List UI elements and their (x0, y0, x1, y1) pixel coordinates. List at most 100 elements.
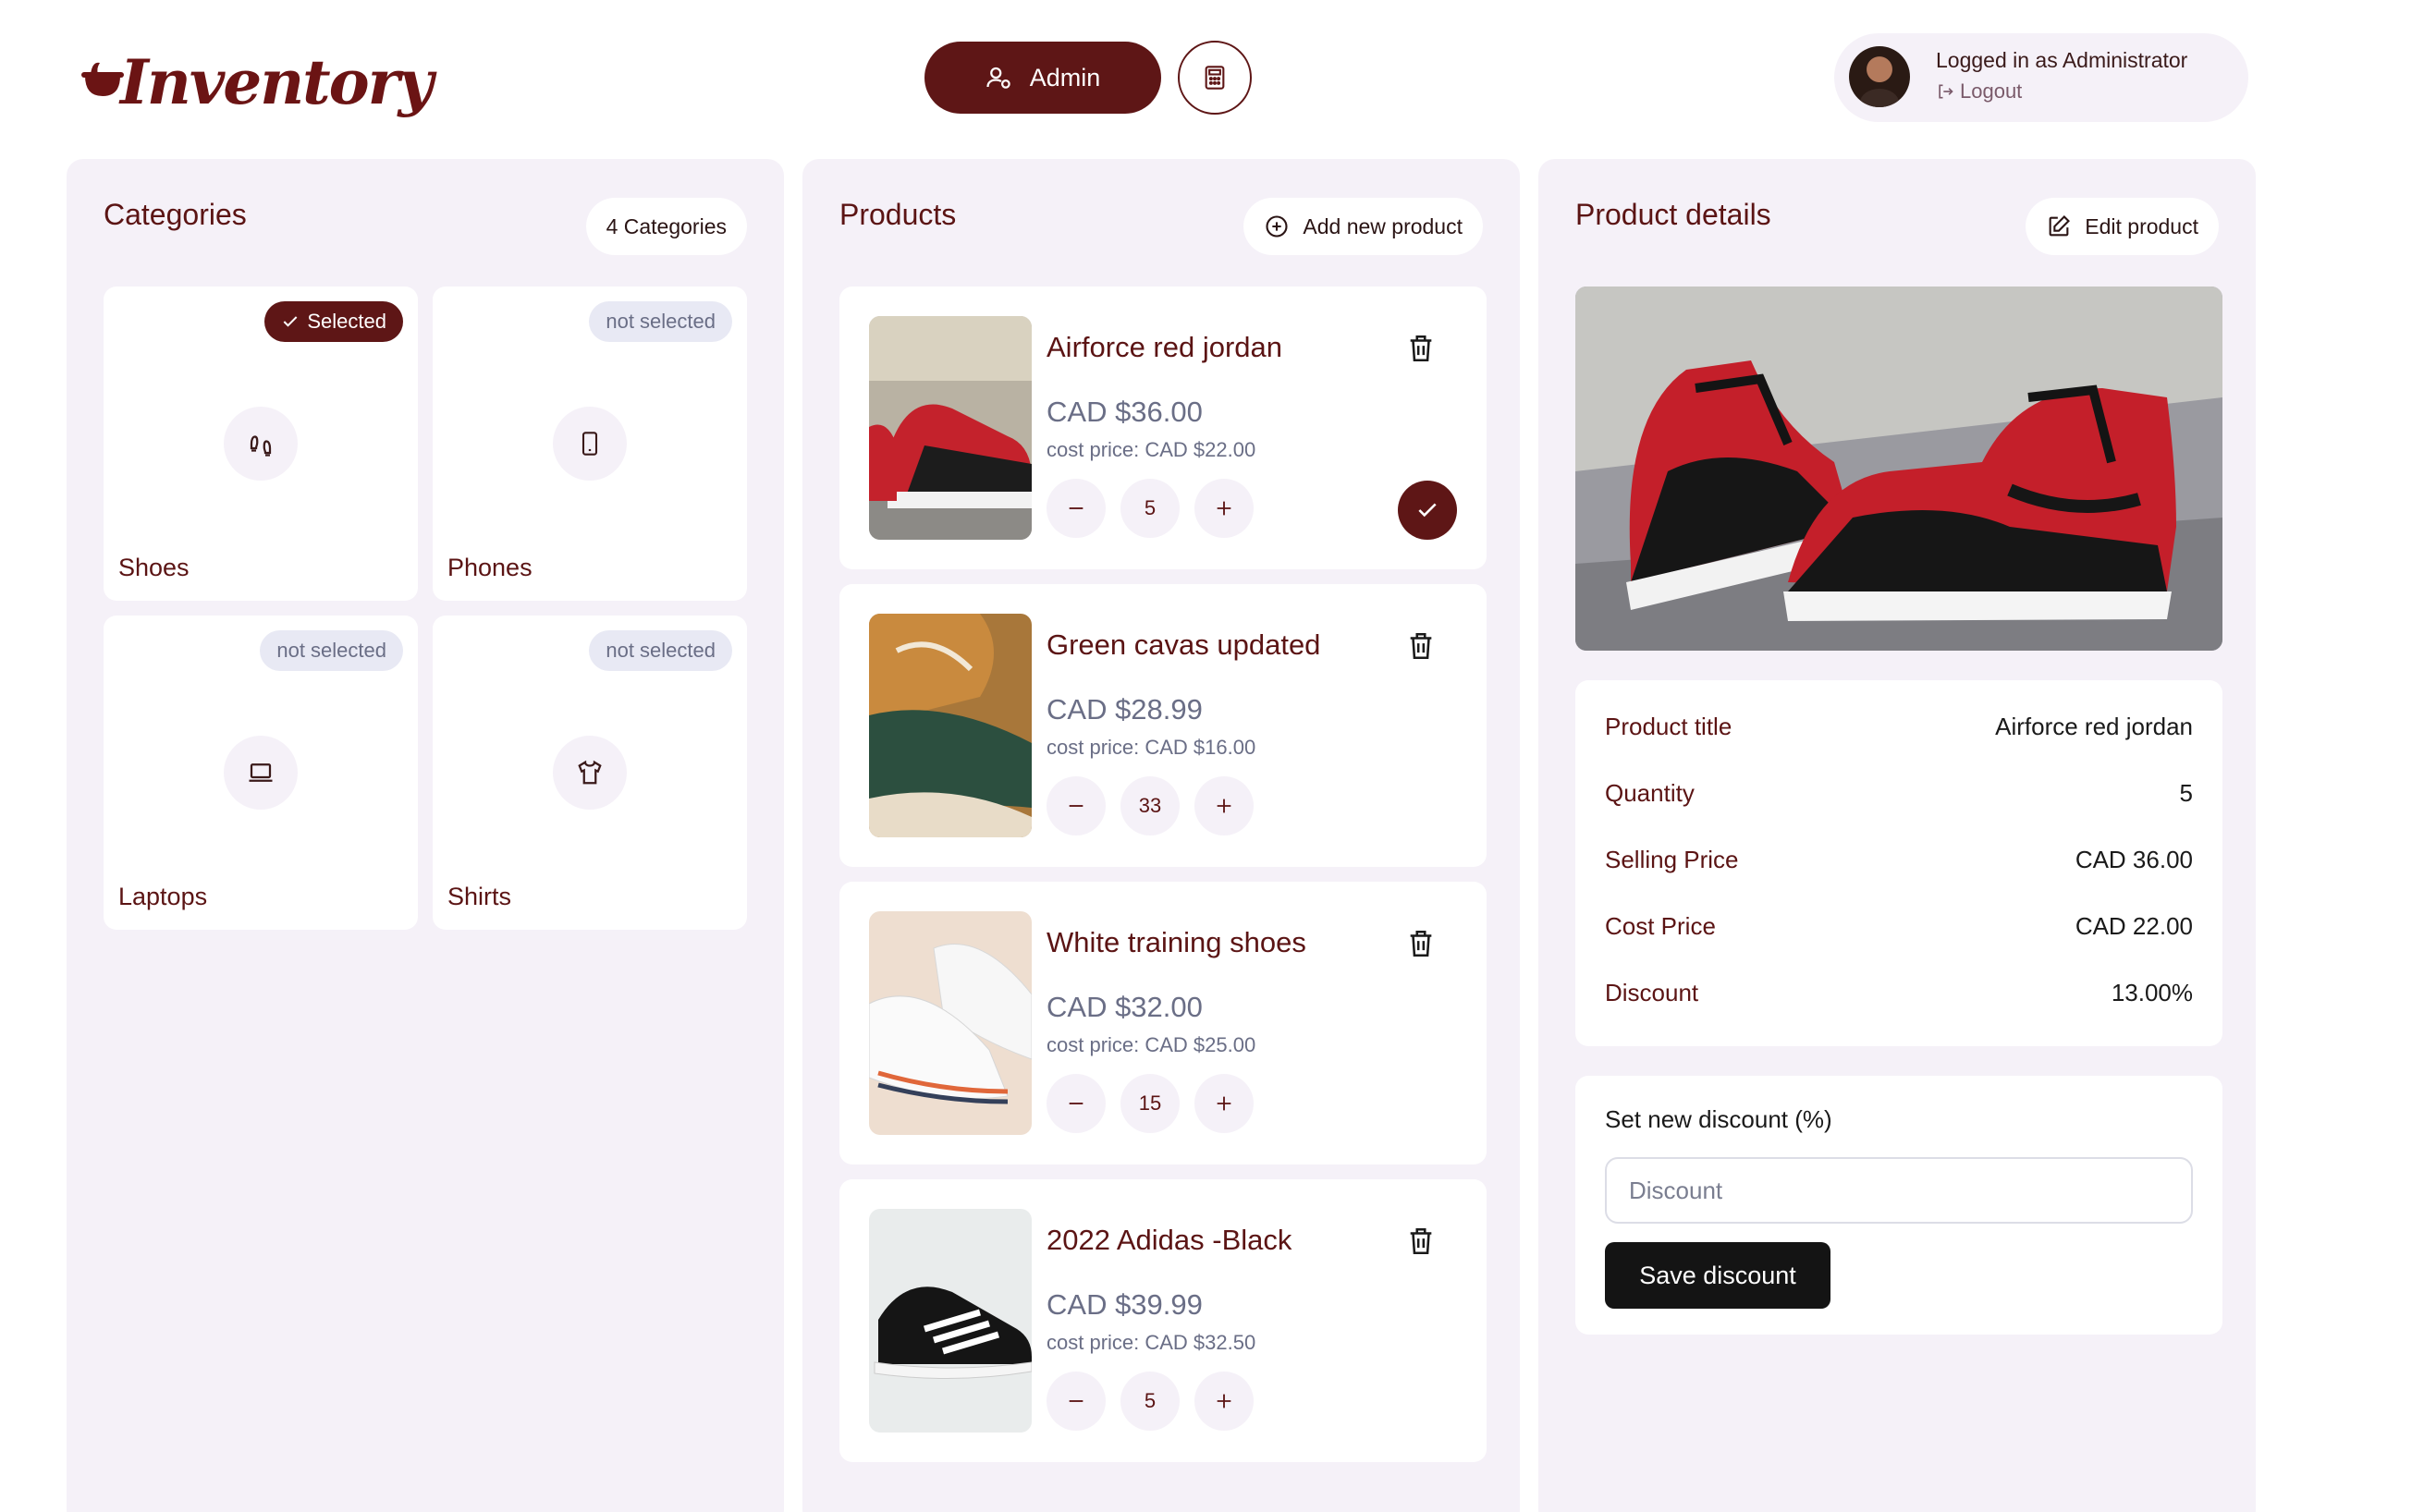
category-name: Phones (447, 554, 533, 581)
edit-product-label: Edit product (2085, 213, 2198, 238)
product-detail-table: Product title Airforce red jordan Quanti… (1575, 680, 2222, 1046)
user-panel: Logged in as Administrator Logout (1834, 33, 2248, 122)
status-label: Selected (307, 310, 386, 333)
detail-value: CAD 22.00 (2075, 911, 2193, 940)
decrement-button[interactable] (1047, 1074, 1106, 1133)
edit-product-button[interactable]: Edit product (2026, 198, 2219, 255)
avatar[interactable] (1849, 46, 1910, 107)
product-cost: cost price: CAD $22.00 (1047, 438, 1256, 461)
product-cost: cost price: CAD $32.50 (1047, 1331, 1256, 1354)
product-image (869, 911, 1032, 1135)
shirt-icon (578, 760, 602, 785)
categories-count-label: 4 Categories (606, 213, 727, 238)
calculator-button[interactable] (1178, 41, 1252, 115)
plus-icon (1217, 1096, 1231, 1111)
status-badge: Selected (264, 301, 403, 342)
category-name: Laptops (118, 883, 208, 910)
product-price: CAD $32.00 (1047, 991, 1203, 1023)
trash-icon[interactable] (1405, 630, 1437, 662)
product-card[interactable]: Airforce red jordan CAD $36.00 cost pric… (839, 287, 1487, 569)
detail-value: 5 (2179, 778, 2193, 807)
plus-icon (1217, 1394, 1231, 1408)
product-title: Green cavas updated (1047, 628, 1321, 661)
detail-key: Discount (1605, 978, 1699, 1006)
detail-value: CAD 36.00 (2075, 845, 2193, 873)
edit-icon (2049, 215, 2071, 237)
trash-icon[interactable] (1405, 928, 1437, 959)
product-card[interactable]: Green cavas updated CAD $28.99 cost pric… (839, 584, 1487, 867)
category-card-shirts[interactable]: not selected Shirts (433, 616, 747, 930)
product-card[interactable]: 2022 Adidas -Black CAD $39.99 cost price… (839, 1179, 1487, 1462)
trash-icon[interactable] (1405, 333, 1437, 364)
logout-link[interactable]: Logout (1936, 79, 2022, 104)
selected-check-button[interactable] (1398, 481, 1457, 540)
product-card[interactable]: White training shoes CAD $32.00 cost pri… (839, 882, 1487, 1164)
quantity-stepper: 33 (1047, 776, 1254, 835)
quantity-value: 33 (1120, 776, 1180, 835)
footprints-icon (250, 435, 272, 457)
decrement-button[interactable] (1047, 776, 1106, 835)
minus-icon (1069, 1103, 1083, 1104)
product-price: CAD $28.99 (1047, 693, 1203, 726)
decrement-button[interactable] (1047, 479, 1106, 538)
user-icon (986, 67, 1010, 89)
increment-button[interactable] (1194, 1074, 1254, 1133)
login-status: Logged in as Administrator (1936, 48, 2188, 72)
phone-icon (582, 432, 598, 456)
detail-row-discount: Discount 13.00% (1605, 974, 2193, 1011)
decrement-button[interactable] (1047, 1372, 1106, 1431)
status-label: not selected (276, 639, 386, 662)
product-image (869, 614, 1032, 837)
details-panel: Product details Edit product Product tit… (1538, 159, 2256, 1512)
logo-text: Inventory (120, 46, 434, 118)
category-card-laptops[interactable]: not selected Laptops (104, 616, 418, 930)
calculator-icon (1205, 66, 1225, 90)
minus-icon (1069, 507, 1083, 509)
logout-icon (1939, 84, 1953, 99)
detail-value: 13.00% (2111, 978, 2193, 1006)
logout-label: Logout (1960, 79, 2023, 103)
increment-button[interactable] (1194, 479, 1254, 538)
category-icon-wrap (553, 736, 627, 810)
quantity-stepper: 5 (1047, 1372, 1254, 1431)
detail-row-quantity: Quantity 5 (1605, 774, 2193, 811)
category-name: Shoes (118, 554, 190, 581)
product-cost: cost price: CAD $25.00 (1047, 1033, 1256, 1056)
discount-input[interactable] (1605, 1157, 2193, 1224)
category-icon-wrap (553, 407, 627, 481)
increment-button[interactable] (1194, 1372, 1254, 1431)
discount-label: Set new discount (%) (1605, 1105, 1832, 1133)
add-product-label: Add new product (1303, 213, 1463, 238)
minus-icon (1069, 1400, 1083, 1402)
quantity-stepper: 15 (1047, 1074, 1254, 1133)
save-discount-button[interactable]: Save discount (1605, 1242, 1830, 1309)
quantity-value: 5 (1120, 1372, 1180, 1431)
categories-title: Categories (104, 198, 247, 231)
status-badge: not selected (589, 630, 732, 671)
detail-row-cost-price: Cost Price CAD 22.00 (1605, 908, 2193, 945)
trash-icon[interactable] (1405, 1225, 1437, 1257)
category-card-shoes[interactable]: Selected Shoes (104, 287, 418, 601)
minus-icon (1069, 805, 1083, 807)
discount-form: Set new discount (%) Save discount (1575, 1076, 2222, 1335)
increment-button[interactable] (1194, 776, 1254, 835)
plus-icon (1217, 799, 1231, 813)
category-card-phones[interactable]: not selected Phones (433, 287, 747, 601)
plus-icon (1217, 501, 1231, 516)
detail-row-selling-price: Selling Price CAD 36.00 (1605, 841, 2193, 878)
product-image (869, 1209, 1032, 1433)
details-title: Product details (1575, 198, 1771, 231)
admin-button[interactable]: Admin (924, 42, 1161, 114)
quantity-value: 5 (1120, 479, 1180, 538)
admin-label: Admin (1029, 63, 1101, 91)
product-price: CAD $39.99 (1047, 1288, 1203, 1321)
add-product-button[interactable]: Add new product (1243, 198, 1483, 255)
product-title: 2022 Adidas -Black (1047, 1224, 1292, 1256)
status-badge: not selected (260, 630, 403, 671)
categories-panel: Categories 4 Categories Selected Shoes n… (67, 159, 784, 1512)
products-title: Products (839, 198, 957, 231)
detail-value: Airforce red jordan (1995, 712, 2193, 740)
status-label: not selected (606, 639, 716, 662)
category-icon-wrap (224, 407, 298, 481)
check-icon (284, 316, 298, 327)
